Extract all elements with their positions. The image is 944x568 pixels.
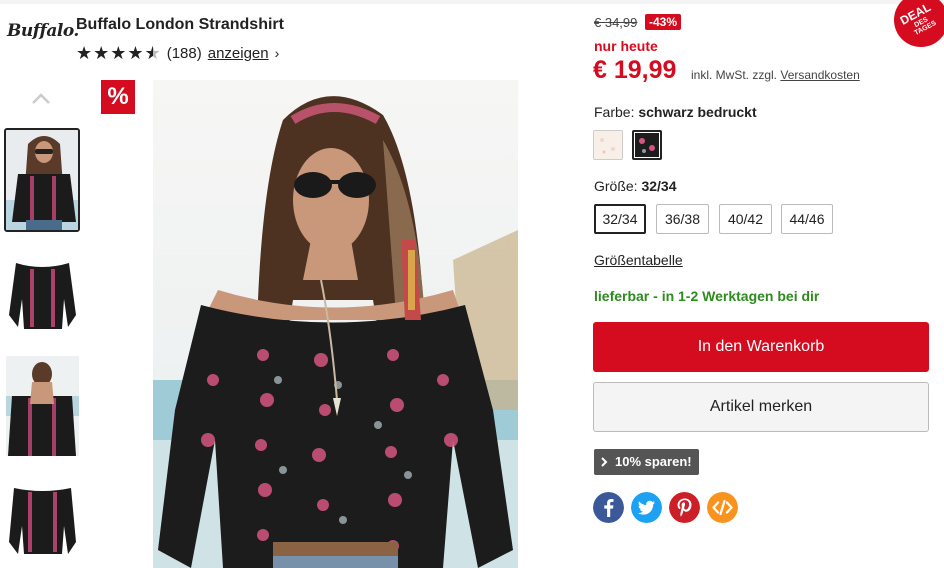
save-badge[interactable]: 10% sparen! <box>594 449 699 475</box>
thumbnail-2[interactable] <box>6 255 79 335</box>
color-label: Farbe: schwarz bedruckt <box>594 104 757 120</box>
current-price: € 19,99 <box>593 56 677 84</box>
swatch-pattern <box>635 133 659 157</box>
facebook-icon[interactable] <box>593 492 624 523</box>
shipping-cost-link[interactable]: Versandkosten <box>780 68 859 82</box>
product-photo <box>153 80 518 568</box>
thumbnail-image <box>6 356 79 456</box>
rating-stars: ★ ★ ★ ★ ★ <box>76 44 161 62</box>
twitter-icon[interactable] <box>631 492 662 523</box>
top-edge-strip <box>0 0 944 4</box>
star-half-icon: ★ <box>145 44 161 62</box>
tax-text: inkl. MwSt. zzgl. <box>691 68 778 82</box>
tax-note: inkl. MwSt. zzgl. Versandkosten <box>691 68 860 82</box>
discount-badge: -43% <box>645 14 682 30</box>
thumbnail-3[interactable] <box>6 356 79 456</box>
thumbnail-image <box>6 130 78 230</box>
size-selected-value: 32/34 <box>641 178 677 194</box>
size-option-32-34[interactable]: 32/34 <box>594 204 646 234</box>
color-label-text: Farbe: <box>594 104 635 120</box>
add-to-wishlist-button[interactable]: Artikel merken <box>593 382 929 432</box>
chevron-right-icon[interactable]: › <box>275 45 280 61</box>
only-today-label: nur heute <box>594 38 658 54</box>
save-badge-text: 10% sparen! <box>615 454 692 469</box>
size-option-40-42[interactable]: 40/42 <box>719 204 772 234</box>
deal-of-the-day-badge: DEAL DES TAGES <box>894 0 944 47</box>
pinterest-icon[interactable] <box>669 492 700 523</box>
color-selected-value: schwarz bedruckt <box>638 104 757 120</box>
swatch-pattern <box>594 131 622 159</box>
thumbnail-1[interactable] <box>4 128 80 232</box>
add-to-cart-button[interactable]: In den Warenkorb <box>593 322 929 372</box>
size-option-44-46[interactable]: 44/46 <box>781 204 833 234</box>
star-icon: ★ <box>93 43 110 63</box>
embed-icon[interactable] <box>707 492 738 523</box>
size-label-text: Größe: <box>594 178 638 194</box>
brand-logo[interactable]: Buffalo. <box>7 21 79 41</box>
main-product-image[interactable] <box>153 80 518 568</box>
rating-link[interactable]: anzeigen <box>208 45 269 62</box>
chevron-up-icon[interactable] <box>30 88 52 110</box>
sale-badge: % <box>101 80 135 114</box>
rating-count: (188) <box>166 44 202 62</box>
color-swatch-black-print[interactable] <box>632 130 662 160</box>
thumbnail-image <box>6 255 79 335</box>
size-label: Größe: 32/34 <box>594 178 677 194</box>
rating-row: ★ ★ ★ ★ ★ (188) anzeigen › <box>76 44 279 62</box>
thumbnail-image <box>6 480 79 560</box>
star-icon: ★ <box>127 43 144 63</box>
product-title: Buffalo London Strandshirt <box>76 16 284 33</box>
size-chart-link[interactable]: Größentabelle <box>594 252 683 268</box>
star-icon: ★ <box>76 43 93 63</box>
size-option-36-38[interactable]: 36/38 <box>656 204 709 234</box>
star-icon: ★ <box>110 43 127 63</box>
thumbnail-4[interactable] <box>6 480 79 560</box>
old-price: € 34,99 <box>594 15 638 30</box>
chevron-right-icon <box>601 457 608 467</box>
availability-status: lieferbar - in 1-2 Werktagen bei dir <box>594 288 820 304</box>
color-swatch-white[interactable] <box>593 130 623 160</box>
